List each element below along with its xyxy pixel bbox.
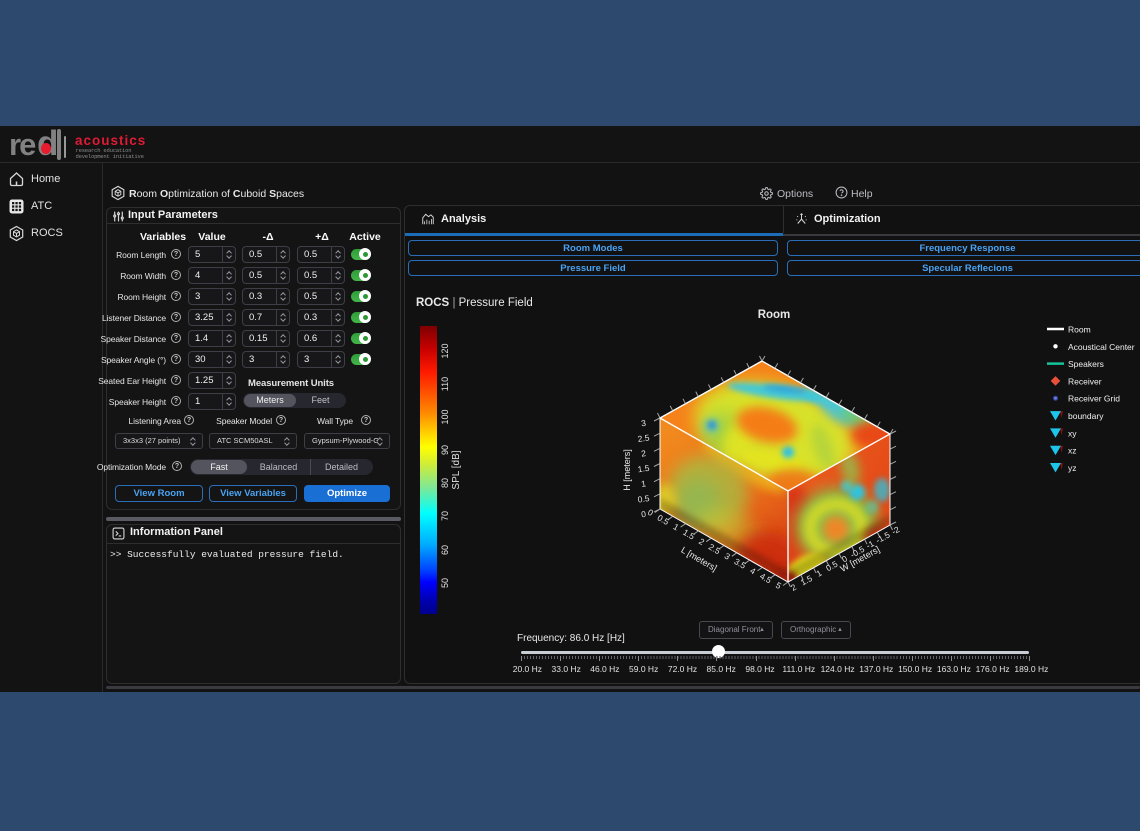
svg-text:1: 1 <box>672 521 681 532</box>
svg-text:2: 2 <box>789 582 798 593</box>
svg-text:1: 1 <box>815 568 824 579</box>
svg-text:0.5: 0.5 <box>637 493 650 505</box>
svg-text:-2: -2 <box>890 524 902 537</box>
svg-text:3: 3 <box>641 418 647 429</box>
svg-text:0: 0 <box>646 507 655 518</box>
svg-text:2.5: 2.5 <box>707 542 722 557</box>
svg-text:5: 5 <box>774 580 783 591</box>
svg-text:xz: xz <box>1068 446 1077 456</box>
svg-text:xy: xy <box>1068 428 1077 438</box>
svg-text:4.5: 4.5 <box>758 571 773 586</box>
svg-text:1.5: 1.5 <box>681 527 696 542</box>
svg-text:2.5: 2.5 <box>637 432 650 444</box>
svg-text:1.5: 1.5 <box>637 463 650 475</box>
svg-text:3: 3 <box>723 551 732 562</box>
svg-text:Speakers: Speakers <box>1068 359 1104 369</box>
svg-text:H [meters]: H [meters] <box>622 449 632 491</box>
svg-text:Receiver Grid: Receiver Grid <box>1068 394 1120 404</box>
svg-text:yz: yz <box>1068 463 1077 473</box>
svg-text:3.5: 3.5 <box>732 556 747 571</box>
svg-text:boundary: boundary <box>1068 411 1104 421</box>
svg-text:2: 2 <box>697 536 706 547</box>
svg-text:0.5: 0.5 <box>656 512 671 527</box>
svg-text:Room: Room <box>1068 325 1091 335</box>
svg-text:4: 4 <box>748 565 757 576</box>
svg-text:2: 2 <box>641 448 647 459</box>
svg-text:1: 1 <box>641 478 647 489</box>
svg-text:Receiver: Receiver <box>1068 376 1102 386</box>
svg-text:Acoustical Center: Acoustical Center <box>1068 342 1135 352</box>
